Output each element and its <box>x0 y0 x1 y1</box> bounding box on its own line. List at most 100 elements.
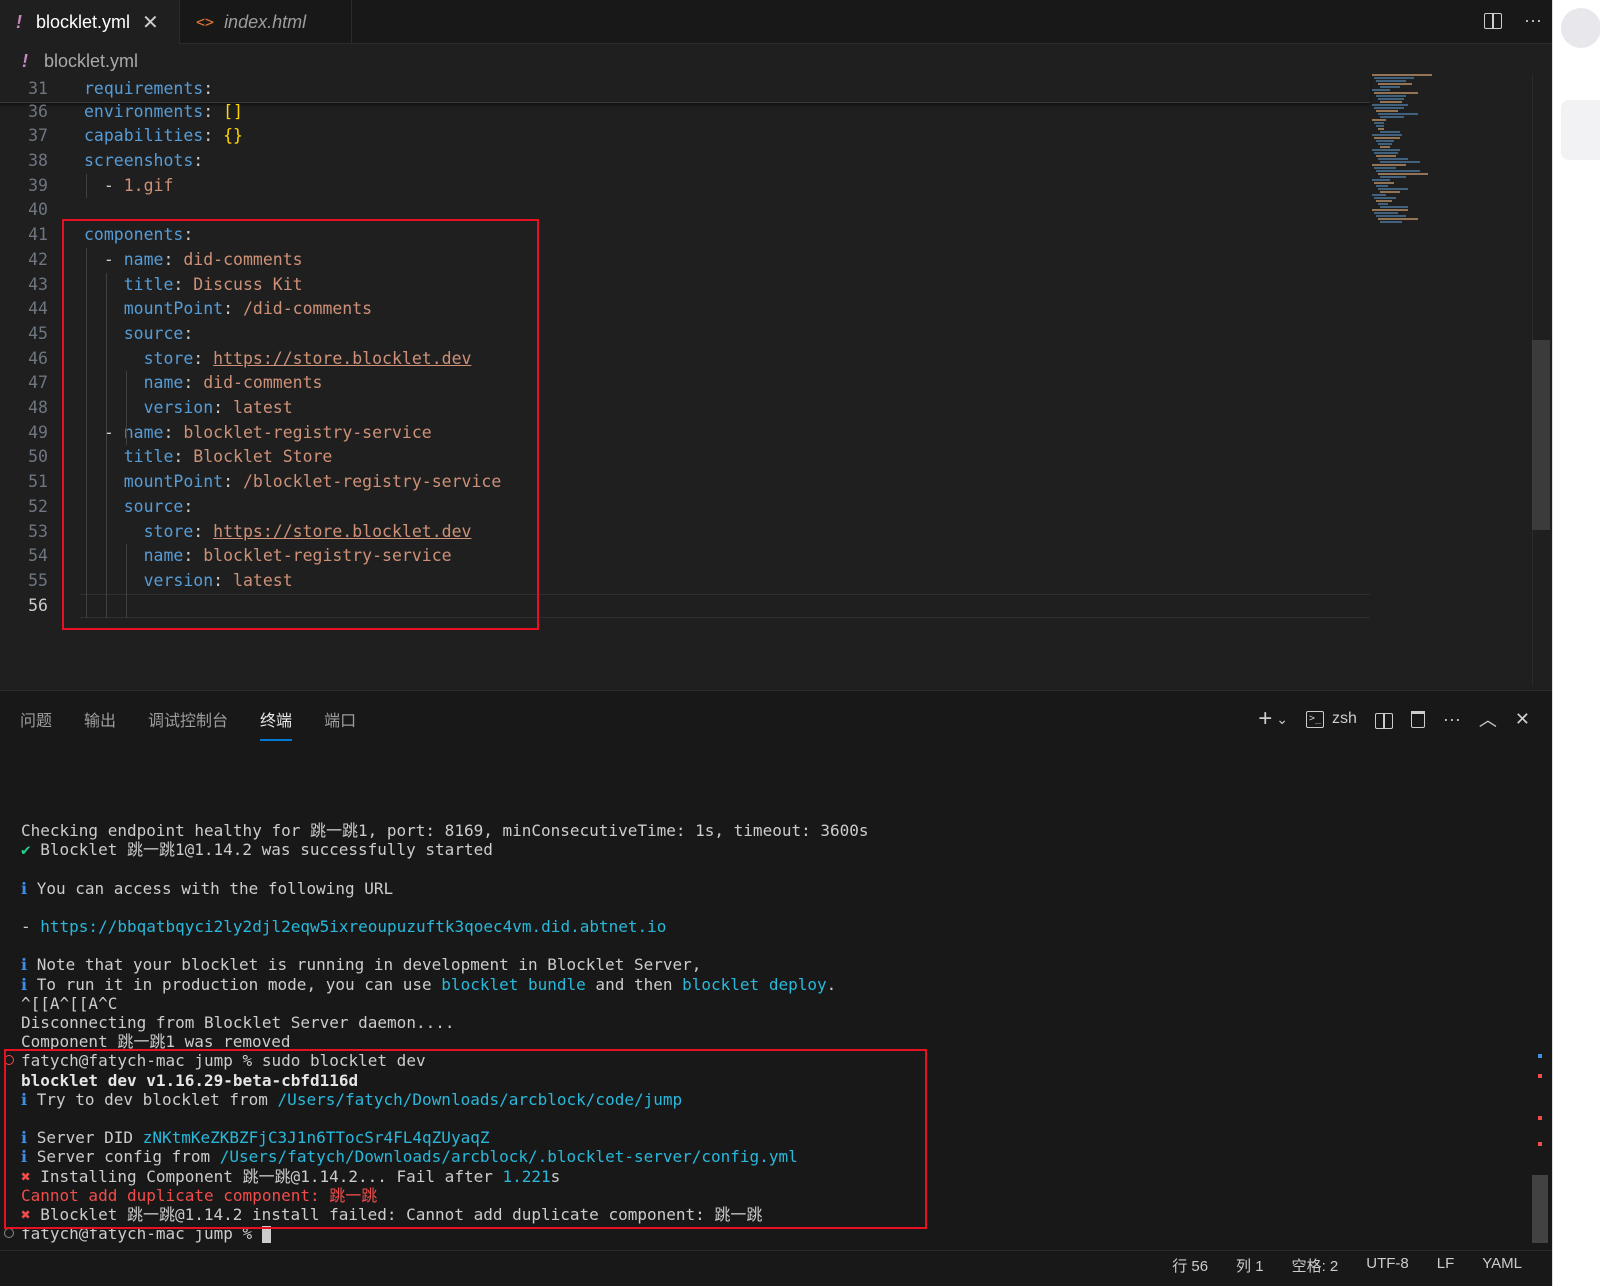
code-line[interactable]: 37 capabilities: {} <box>0 124 1370 149</box>
minimap-line <box>1380 206 1408 208</box>
scroll-marker <box>1538 1142 1542 1146</box>
terminal-line: Disconnecting from Blocklet Server daemo… <box>21 1013 454 1032</box>
tab-problems[interactable]: 问题 <box>20 707 52 741</box>
minimap-line <box>1378 98 1404 100</box>
code-token: : <box>203 126 224 146</box>
terminal-text: ✔ <box>21 840 41 860</box>
minimap[interactable] <box>1372 74 1440 234</box>
editor-scrollbar[interactable] <box>1532 340 1550 530</box>
code-line[interactable]: 36 environments: [] <box>0 100 1370 125</box>
terminal-link[interactable]: blocklet bundle <box>441 975 586 994</box>
minimap-line <box>1372 164 1406 166</box>
line-text: screenshots: <box>84 149 203 174</box>
status-item[interactable]: 空格: 2 <box>1292 1255 1339 1276</box>
minimap-line <box>1380 101 1402 103</box>
code-token: requirements <box>84 79 204 98</box>
line-number: 53 <box>28 521 48 541</box>
terminal-text: ℹ <box>21 974 37 994</box>
terminal-text: Blocklet 跳一跳1@1.14.2 was successfully st… <box>40 840 493 860</box>
minimap-line <box>1374 197 1396 199</box>
minimap-line <box>1380 116 1404 118</box>
terminal-text: Checking endpoint healthy for 跳一跳1, port… <box>21 821 869 840</box>
breadcrumb-file[interactable]: blocklet.yml <box>44 51 138 72</box>
more-actions-icon[interactable]: ··· <box>1524 10 1542 31</box>
code-token: - <box>84 175 124 195</box>
minimap-line <box>1372 209 1408 211</box>
tab-index-html[interactable]: <> index.html <box>180 0 352 44</box>
code-token: 1.gif <box>123 175 174 195</box>
status-item[interactable]: YAML <box>1482 1255 1522 1276</box>
tab-terminal[interactable]: 终端 <box>260 707 293 741</box>
line-number: 50 <box>28 447 48 467</box>
minimap-line <box>1378 143 1392 145</box>
minimap-line <box>1380 146 1390 148</box>
terminal-line: ℹ You can access with the following URL <box>21 879 393 898</box>
tab-label: index.html <box>224 11 307 32</box>
highlight-box-components <box>62 219 539 630</box>
minimap-line <box>1372 194 1386 196</box>
tab-output[interactable]: 输出 <box>84 707 116 741</box>
scroll-marker <box>1538 1116 1542 1120</box>
line-number: 49 <box>28 422 48 442</box>
terminal-link[interactable]: https://bbqatbqyci2ly2djl2eqw5ixreoupuzu… <box>40 917 666 936</box>
code-token: [] <box>223 101 243 121</box>
code-token: capabilities <box>84 126 204 146</box>
minimap-line <box>1374 92 1418 94</box>
window-edge <box>1552 0 1600 1286</box>
code-line[interactable]: 38 screenshots: <box>0 149 1370 174</box>
window-edge-decoration <box>1561 100 1600 160</box>
minimap-line <box>1372 104 1408 106</box>
code-token: : <box>203 101 224 121</box>
editor-tab-bar: ! blocklet.yml ✕ <> index.html ··· <box>0 0 1568 44</box>
line-number: 41 <box>28 225 48 245</box>
split-terminal-icon[interactable] <box>1374 712 1393 729</box>
minimap-line <box>1372 119 1386 121</box>
terminal-icon: >_ <box>1306 710 1325 728</box>
code-line[interactable]: 31 requirements: <box>0 77 1370 102</box>
terminal-text: ^[[A^[[A^C <box>21 993 118 1013</box>
breadcrumb: ! blocklet.yml <box>0 45 1380 77</box>
terminal-text: Note that your blocklet is running in de… <box>36 955 702 975</box>
terminal-link[interactable]: blocklet deploy <box>682 975 827 994</box>
code-line[interactable]: 39 - 1.gif <box>0 174 1370 199</box>
tab-ports[interactable]: 端口 <box>324 707 356 741</box>
chevron-down-icon[interactable]: ⌄ <box>1276 711 1288 728</box>
terminal-text: . <box>826 974 837 994</box>
close-icon[interactable]: ✕ <box>142 10 159 35</box>
terminal-text: To run it in production mode, you can us… <box>36 974 442 994</box>
minimap-line <box>1374 137 1400 139</box>
line-number: 52 <box>28 496 48 516</box>
status-item[interactable]: UTF-8 <box>1366 1255 1409 1276</box>
line-number: 31 <box>28 79 48 98</box>
line-number: 38 <box>28 151 48 170</box>
minimap-line <box>1376 185 1388 187</box>
minimap-line <box>1380 221 1402 223</box>
new-terminal-icon[interactable]: + <box>1258 705 1272 733</box>
line-number: 51 <box>28 472 48 492</box>
maximize-panel-icon[interactable]: ︿ <box>1479 706 1497 732</box>
status-item[interactable]: 列 1 <box>1236 1255 1264 1276</box>
terminal-scrollbar[interactable] <box>1532 1175 1548 1243</box>
window-edge-decoration <box>1561 8 1600 48</box>
minimap-line <box>1380 191 1400 193</box>
code-token: {} <box>223 126 243 146</box>
status-item[interactable]: 行 56 <box>1172 1255 1208 1276</box>
split-editor-icon[interactable] <box>1484 13 1503 29</box>
minimap-line <box>1372 89 1390 91</box>
terminal-shell-selector[interactable]: >_ zsh <box>1306 710 1357 728</box>
tab-blocklet-yml[interactable]: ! blocklet.yml ✕ <box>0 0 180 44</box>
yaml-exclamation-icon: ! <box>22 50 28 71</box>
command-status-icon[interactable] <box>4 1228 14 1239</box>
tab-debug-console[interactable]: 调试控制台 <box>148 707 228 741</box>
minimap-line <box>1376 170 1420 172</box>
minimap-line <box>1376 110 1398 112</box>
status-item[interactable]: LF <box>1437 1255 1455 1276</box>
trash-icon[interactable] <box>1410 710 1425 728</box>
minimap-line <box>1374 182 1394 184</box>
more-actions-icon[interactable]: ··· <box>1443 709 1461 730</box>
minimap-line <box>1380 131 1400 133</box>
close-panel-icon[interactable]: ✕ <box>1515 709 1530 730</box>
minimap-line <box>1380 176 1406 178</box>
status-bar: 行 56 列 1 空格: 2 UTF-8 LF YAML <box>0 1250 1552 1286</box>
editor-actions: ··· <box>1484 10 1542 31</box>
